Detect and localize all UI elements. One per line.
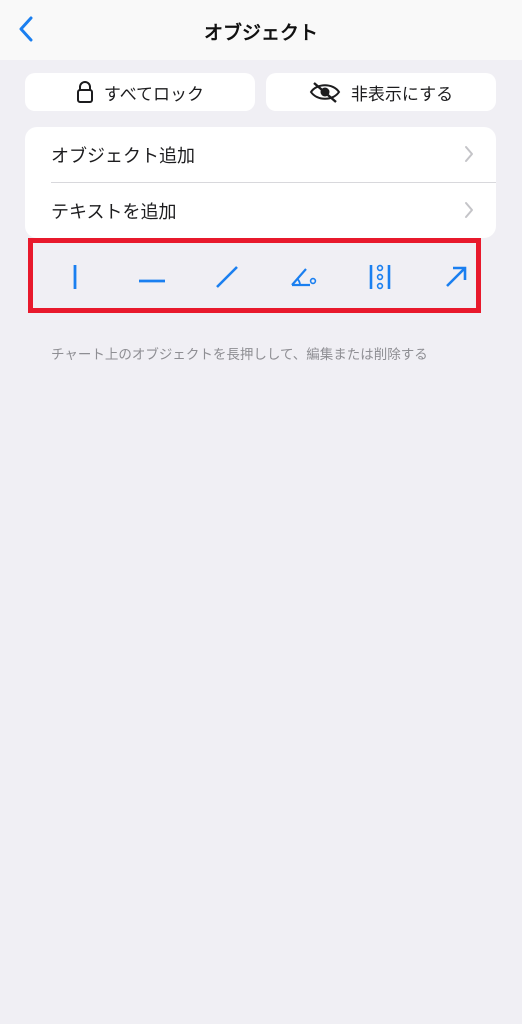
menu-item-add-object[interactable]: オブジェクト追加 — [25, 127, 496, 182]
menu-item-label: オブジェクト追加 — [51, 145, 195, 167]
arrow-tool-icon — [444, 265, 468, 293]
lock-all-button[interactable]: すべてロック — [25, 73, 255, 111]
hide-label: 非表示にする — [350, 84, 454, 105]
vertical-dots-tool[interactable] — [360, 262, 400, 296]
drawing-tools-bar — [28, 238, 481, 313]
angle-tool[interactable] — [283, 262, 323, 296]
lock-all-label: すべてロック — [103, 84, 205, 105]
menu-item-label: テキストを追加 — [51, 201, 177, 223]
horizontal-line-tool[interactable] — [132, 262, 172, 296]
trend-line-tool[interactable] — [207, 262, 247, 296]
chevron-right-icon — [464, 145, 474, 167]
trend-line-icon — [215, 265, 239, 293]
menu-item-add-text[interactable]: テキストを追加 — [25, 183, 496, 238]
vertical-line-icon — [71, 264, 79, 294]
add-object-menu: オブジェクト追加 テキストを追加 — [25, 127, 496, 238]
arrow-tool[interactable] — [436, 262, 476, 296]
angle-tool-icon — [289, 265, 317, 293]
vertical-dots-tool-icon — [368, 263, 392, 295]
chevron-right-icon — [464, 201, 474, 223]
hide-button[interactable]: 非表示にする — [266, 73, 496, 111]
eye-slash-icon — [309, 81, 341, 103]
hint-text: チャート上のオブジェクトを長押しして、編集または削除する — [51, 347, 428, 363]
navigation-bar: オブジェクト — [0, 0, 522, 60]
horizontal-line-icon — [138, 270, 166, 289]
page-title: オブジェクト — [203, 22, 318, 44]
vertical-line-tool[interactable] — [55, 262, 95, 296]
lock-icon — [76, 80, 94, 104]
